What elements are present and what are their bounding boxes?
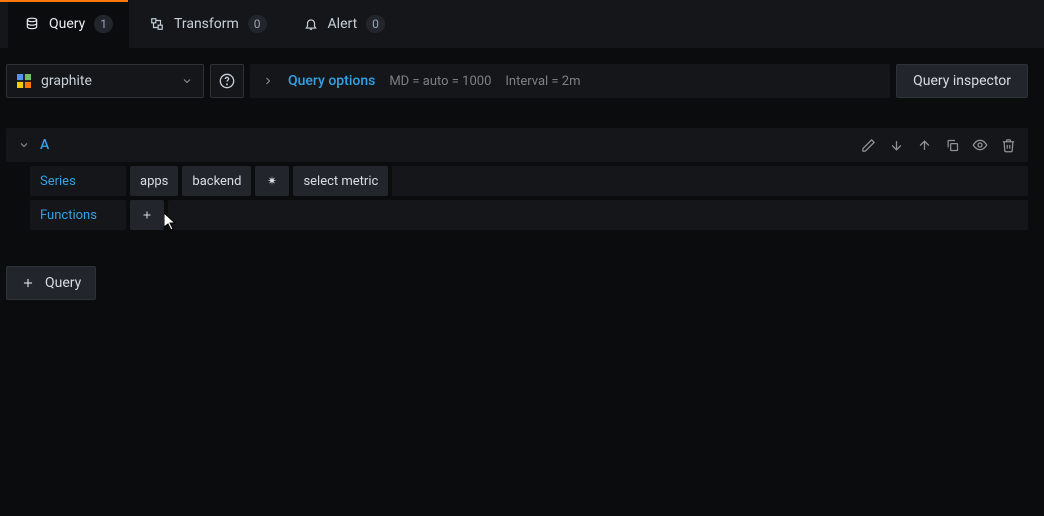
query-options-interval: Interval = 2m: [505, 74, 580, 89]
functions-row-label: Functions: [30, 200, 126, 230]
add-function-button[interactable]: [130, 200, 164, 230]
options-row: graphite Query options MD = auto = 1000 …: [6, 64, 1028, 98]
tab-alert-count: 0: [366, 15, 385, 33]
plus-icon: [141, 209, 153, 221]
datasource-name: graphite: [41, 73, 92, 89]
query-inspector-label: Query inspector: [913, 73, 1011, 89]
tab-transform-label: Transform: [174, 16, 239, 32]
toggle-visibility-button[interactable]: [972, 137, 988, 153]
series-row: Series apps backend select metric: [30, 166, 1028, 196]
duplicate-button[interactable]: [944, 137, 960, 153]
query-inspector-button[interactable]: Query inspector: [896, 64, 1028, 98]
tab-alert-label: Alert: [328, 16, 358, 32]
plus-icon: [21, 276, 35, 290]
transform-icon: [149, 16, 165, 32]
datasource-help-button[interactable]: [210, 64, 244, 98]
functions-row-filler: [168, 200, 1028, 230]
database-icon: [24, 16, 40, 32]
tab-transform-count: 0: [248, 15, 267, 33]
tab-query-count: 1: [94, 15, 113, 33]
tab-query[interactable]: Query 1: [8, 0, 129, 48]
query-row-name[interactable]: A: [40, 137, 49, 153]
add-query-label: Query: [45, 275, 81, 291]
move-down-button[interactable]: [888, 137, 904, 153]
series-segment-select-metric[interactable]: select metric: [293, 166, 388, 196]
collapse-toggle[interactable]: [18, 139, 30, 151]
query-row-header: A: [6, 128, 1028, 162]
tab-alert[interactable]: Alert 0: [287, 0, 401, 48]
datasource-icon: [17, 74, 31, 88]
query-options-bar[interactable]: Query options MD = auto = 1000 Interval …: [250, 64, 890, 98]
series-row-label: Series: [30, 166, 126, 196]
series-segment-2[interactable]: backend: [182, 166, 251, 196]
tab-query-label: Query: [49, 16, 85, 32]
query-row-actions: [860, 137, 1016, 153]
question-icon: [219, 73, 235, 89]
chevron-down-icon: [181, 75, 193, 87]
series-segment-wildcard[interactable]: [255, 166, 289, 196]
series-segment-1[interactable]: apps: [130, 166, 178, 196]
query-options-label: Query options: [288, 73, 375, 89]
delete-button[interactable]: [1000, 137, 1016, 153]
bell-icon: [303, 16, 319, 32]
tab-transform[interactable]: Transform 0: [133, 0, 283, 48]
series-row-filler: [392, 166, 1028, 196]
asterisk-icon: [266, 175, 278, 187]
add-query-button[interactable]: Query: [6, 266, 96, 300]
chevron-right-icon: [262, 75, 274, 87]
move-up-button[interactable]: [916, 137, 932, 153]
edit-button[interactable]: [860, 137, 876, 153]
query-options-md: MD = auto = 1000: [389, 74, 491, 89]
functions-row: Functions: [30, 200, 1028, 230]
tab-bar: Query 1 Transform 0 Alert 0: [0, 0, 1044, 48]
datasource-picker[interactable]: graphite: [6, 64, 204, 98]
